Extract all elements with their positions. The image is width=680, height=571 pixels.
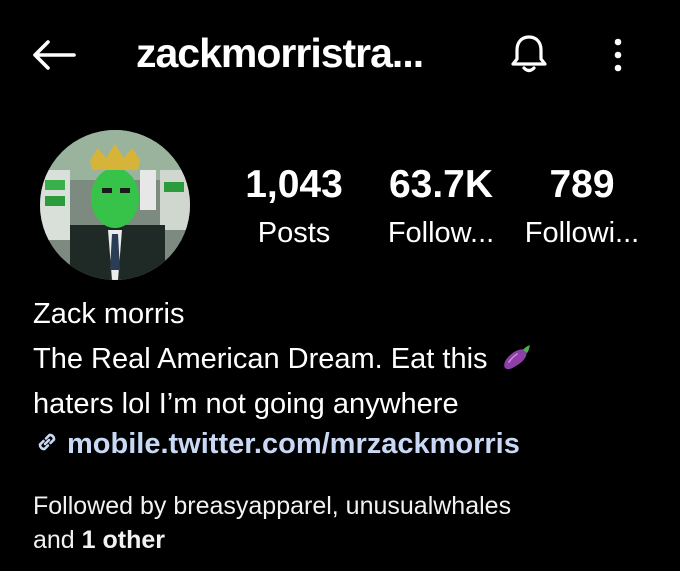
followed-by[interactable]: Followed by breasyapparel, unusualwhales… <box>33 489 511 557</box>
profile-username: zackmorristra... <box>136 30 424 76</box>
following-label: Followi... <box>524 217 640 249</box>
followers-label: Follow... <box>387 217 495 249</box>
display-name: Zack morris <box>33 298 185 330</box>
bio-link-text: mobile.twitter.com/mrzackmorris <box>67 428 520 460</box>
followers-count: 63.7K <box>388 163 494 206</box>
bio-line-1: The Real American Dream. Eat this <box>33 337 532 382</box>
bio-link[interactable]: mobile.twitter.com/mrzackmorris <box>33 428 520 461</box>
bio: Zack morris The Real American Dream. Eat… <box>33 292 532 427</box>
stat-followers[interactable]: 63.7K Follow... <box>376 163 506 250</box>
bell-icon[interactable] <box>508 33 550 75</box>
avatar[interactable] <box>40 130 190 280</box>
bio-text-2: haters lol I’m not going anywhere <box>33 388 459 420</box>
eggplant-icon <box>503 345 530 370</box>
profile-photo <box>40 130 190 280</box>
following-count: 789 <box>549 163 615 206</box>
stat-following[interactable]: 789 Followi... <box>514 163 650 250</box>
followed-by-line-1: Followed by breasyapparel, unusualwhales <box>33 492 512 520</box>
arrow-left-icon[interactable] <box>30 38 78 72</box>
stat-posts[interactable]: 1,043 Posts <box>238 163 350 250</box>
link-icon <box>38 433 56 451</box>
more-vertical-icon[interactable] <box>606 34 630 76</box>
followed-by-and: and <box>33 526 75 554</box>
posts-count: 1,043 <box>245 163 343 206</box>
top-bar: zackmorristra... <box>0 0 680 110</box>
posts-label: Posts <box>257 217 331 249</box>
followed-by-line-2: and 1 other <box>33 523 511 557</box>
followed-by-other: 1 other <box>81 526 166 554</box>
bio-text-1: The Real American Dream. Eat this <box>33 343 488 375</box>
